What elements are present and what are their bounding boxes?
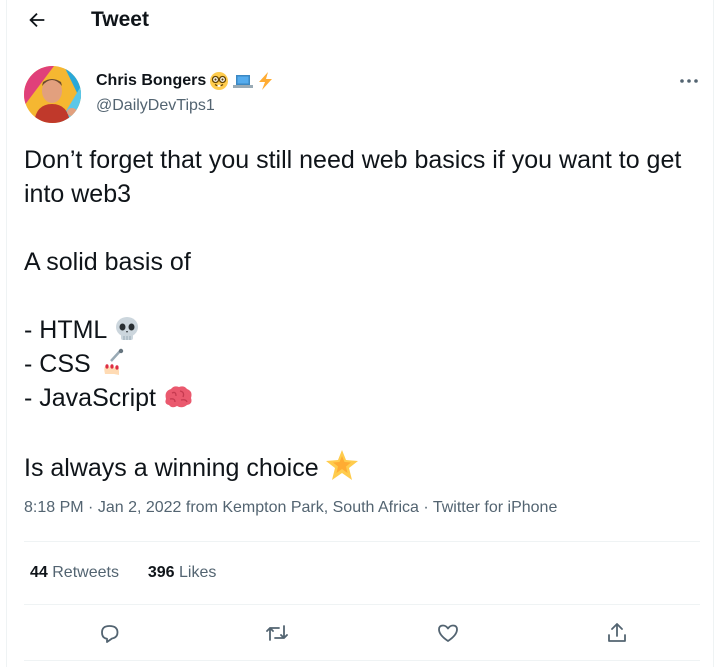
list-item: - JavaScript — [24, 381, 704, 415]
tweet-line: Is always a winning choice — [24, 449, 704, 485]
author-name[interactable]: Chris Bongers — [96, 72, 206, 90]
like-icon — [438, 624, 458, 642]
meta-separator: · — [88, 499, 94, 516]
page-title: Tweet — [91, 8, 149, 31]
list-item: - CSS — [24, 347, 704, 381]
share-icon — [608, 623, 626, 642]
list-item-text: - JavaScript — [24, 384, 156, 412]
meta-from: from — [185, 499, 218, 516]
list-item-text: - HTML — [24, 316, 108, 344]
avatar[interactable] — [24, 66, 81, 123]
author-name-row: Chris Bongers — [96, 71, 275, 91]
laptop-icon — [233, 75, 254, 88]
back-button[interactable] — [24, 7, 50, 33]
tweet-location[interactable]: Kempton Park, South Africa — [222, 499, 419, 516]
retweet-icon — [266, 625, 288, 641]
retweets-label: Retweets — [52, 564, 119, 581]
meta-separator: · — [423, 499, 429, 516]
page-header: Tweet — [0, 0, 714, 44]
divider — [24, 541, 700, 542]
timeline-border-left — [6, 0, 7, 667]
tweet-date[interactable]: Jan 2, 2022 — [98, 499, 182, 516]
retweets-stat[interactable]: 44 Retweets — [30, 564, 119, 581]
likes-count: 396 — [147, 564, 175, 581]
timeline-border-right — [713, 0, 714, 667]
likes-stat[interactable]: 396 Likes — [148, 564, 217, 581]
brain-icon — [165, 386, 192, 408]
glowing-star-icon — [325, 450, 358, 480]
nail-polish-icon — [104, 348, 123, 375]
share-button[interactable] — [604, 620, 630, 646]
tweet-meta: 8:18 PM · Jan 2, 2022 from Kempton Park,… — [24, 499, 557, 517]
author-handle[interactable]: @DailyDevTips1 — [96, 97, 215, 115]
skull-icon — [116, 317, 139, 340]
reply-icon — [101, 625, 119, 643]
divider — [24, 660, 700, 661]
tweet-time[interactable]: 8:18 PM — [24, 499, 84, 516]
closing-text: Is always a winning choice — [24, 454, 319, 482]
arrow-left-icon — [29, 12, 45, 28]
retweets-count: 44 — [30, 564, 48, 581]
likes-label: Likes — [179, 564, 217, 581]
reply-button[interactable] — [97, 620, 123, 646]
tweet-actions — [0, 620, 714, 646]
tweet-text: Don’t forget that you still need web bas… — [24, 143, 704, 485]
list-item: - HTML — [24, 313, 704, 347]
tweet-line: A solid basis of — [24, 248, 191, 276]
divider — [24, 604, 700, 605]
more-button[interactable] — [676, 71, 702, 91]
retweet-button[interactable] — [264, 620, 290, 646]
list-item-text: - CSS — [24, 350, 91, 378]
lightning-icon — [259, 72, 273, 90]
like-button[interactable] — [435, 620, 461, 646]
tweet-line: Don’t forget that you still need web bas… — [24, 146, 682, 208]
nerd-face-icon — [210, 72, 229, 90]
tweet-stats: 44 Retweets 396 Likes — [30, 564, 216, 582]
tweet-client[interactable]: Twitter for iPhone — [433, 499, 558, 516]
more-dots-icon — [680, 79, 698, 83]
